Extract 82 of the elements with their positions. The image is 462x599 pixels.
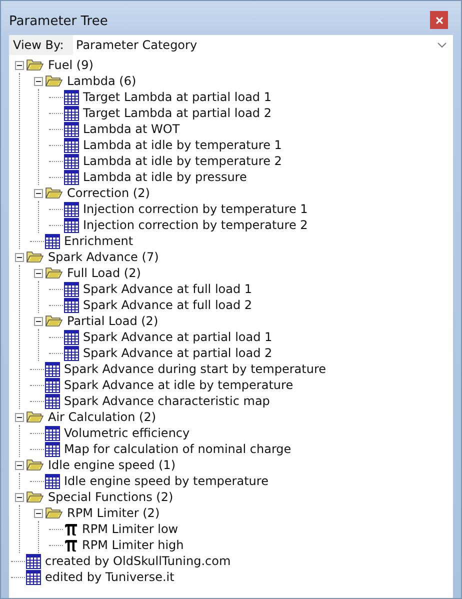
view-by-label: View By: bbox=[13, 38, 65, 52]
close-icon bbox=[436, 16, 442, 24]
tree-item[interactable]: edited by Tuniverse.it bbox=[45, 570, 174, 584]
collapse-toggle[interactable] bbox=[15, 412, 24, 422]
folder-icon bbox=[26, 58, 44, 72]
tree-item[interactable]: Spark Advance at partial load 2 bbox=[83, 346, 272, 360]
tree-item[interactable]: Spark Advance at full load 2 bbox=[83, 298, 252, 312]
table-icon bbox=[26, 554, 41, 568]
tree-item[interactable]: created by OldSkullTuning.com bbox=[45, 554, 231, 568]
table-icon bbox=[45, 362, 60, 376]
collapse-toggle[interactable] bbox=[34, 188, 43, 198]
tree-item[interactable]: Spark Advance at idle by temperature bbox=[64, 378, 294, 392]
table-icon bbox=[64, 346, 79, 360]
table-icon bbox=[45, 474, 60, 488]
folder-icon bbox=[45, 506, 63, 520]
tree-item[interactable]: RPM Limiter low bbox=[82, 522, 178, 536]
tree-item[interactable]: Spark Advance during start by temperature bbox=[64, 362, 326, 376]
table-icon bbox=[64, 298, 79, 312]
tree-item[interactable]: Injection correction by temperature 1 bbox=[83, 202, 308, 216]
tree-item[interactable]: Volumetric efficiency bbox=[64, 426, 190, 440]
table-icon bbox=[45, 426, 60, 440]
tree-item[interactable]: Partial Load (2) bbox=[67, 314, 158, 328]
tree-item[interactable]: Full Load (2) bbox=[67, 266, 141, 280]
tree-item[interactable]: RPM Limiter high bbox=[82, 538, 184, 552]
pi-icon bbox=[64, 522, 78, 536]
collapse-toggle[interactable] bbox=[15, 460, 24, 470]
collapse-toggle[interactable] bbox=[15, 492, 24, 502]
collapse-toggle[interactable] bbox=[15, 60, 24, 70]
tree-item[interactable]: Idle engine speed by temperature bbox=[64, 474, 268, 488]
folder-icon bbox=[26, 458, 44, 472]
tree-item[interactable]: Enrichment bbox=[64, 234, 134, 248]
tree-item[interactable]: Lambda at idle by temperature 2 bbox=[83, 154, 282, 168]
table-icon bbox=[64, 122, 79, 136]
tree-item[interactable]: Spark Advance at full load 1 bbox=[83, 282, 252, 296]
tree-item[interactable]: Special Functions (2) bbox=[48, 490, 174, 504]
close-button[interactable] bbox=[430, 11, 448, 29]
table-icon bbox=[64, 90, 79, 104]
tree-item[interactable]: Injection correction by temperature 2 bbox=[83, 218, 308, 232]
pi-icon bbox=[64, 538, 78, 552]
folder-icon bbox=[26, 250, 44, 264]
table-icon bbox=[45, 234, 60, 248]
view-by-dropdown[interactable]: Parameter Category bbox=[73, 35, 453, 55]
folder-icon bbox=[45, 266, 63, 280]
tree-item[interactable]: Lambda at idle by temperature 1 bbox=[83, 138, 282, 152]
tree-item[interactable]: Spark Advance (7) bbox=[48, 250, 159, 264]
table-icon bbox=[64, 154, 79, 168]
tree-item[interactable]: Map for calculation of nominal charge bbox=[64, 442, 292, 456]
table-icon bbox=[45, 394, 60, 408]
folder-icon bbox=[26, 490, 44, 504]
tree-item[interactable]: Target Lambda at partial load 2 bbox=[83, 106, 272, 120]
table-icon bbox=[26, 570, 41, 584]
table-icon bbox=[64, 330, 79, 344]
table-icon bbox=[64, 170, 79, 184]
tree-item[interactable]: Target Lambda at partial load 1 bbox=[83, 90, 272, 104]
collapse-toggle[interactable] bbox=[34, 316, 43, 326]
table-icon bbox=[45, 442, 60, 456]
collapse-toggle[interactable] bbox=[15, 252, 24, 262]
collapse-toggle[interactable] bbox=[34, 76, 43, 86]
tree-item[interactable]: Air Calculation (2) bbox=[48, 410, 156, 424]
tree-item[interactable]: Lambda at WOT bbox=[83, 122, 180, 136]
tree-item[interactable]: Spark Advance characteristic map bbox=[64, 394, 270, 408]
folder-icon bbox=[26, 410, 44, 424]
table-icon bbox=[64, 202, 79, 216]
tree-item[interactable]: Correction (2) bbox=[67, 186, 150, 200]
tree-item[interactable]: Spark Advance at partial load 1 bbox=[83, 330, 272, 344]
tree-item[interactable]: Lambda (6) bbox=[67, 74, 136, 88]
table-icon bbox=[64, 218, 79, 232]
folder-icon bbox=[45, 314, 63, 328]
table-icon bbox=[45, 378, 60, 392]
table-icon bbox=[64, 282, 79, 296]
table-icon bbox=[64, 138, 79, 152]
window-title: Parameter Tree bbox=[9, 14, 108, 28]
tree-item[interactable]: Idle engine speed (1) bbox=[48, 458, 176, 472]
folder-icon bbox=[45, 74, 63, 88]
table-icon bbox=[64, 106, 79, 120]
folder-icon bbox=[45, 186, 63, 200]
chevron-down-icon bbox=[437, 42, 447, 48]
collapse-toggle[interactable] bbox=[34, 508, 43, 518]
tree-item[interactable]: Fuel (9) bbox=[48, 58, 94, 72]
collapse-toggle[interactable] bbox=[34, 268, 43, 278]
tree-item[interactable]: Lambda at idle by pressure bbox=[83, 170, 247, 184]
tree-item[interactable]: RPM Limiter (2) bbox=[67, 506, 160, 520]
